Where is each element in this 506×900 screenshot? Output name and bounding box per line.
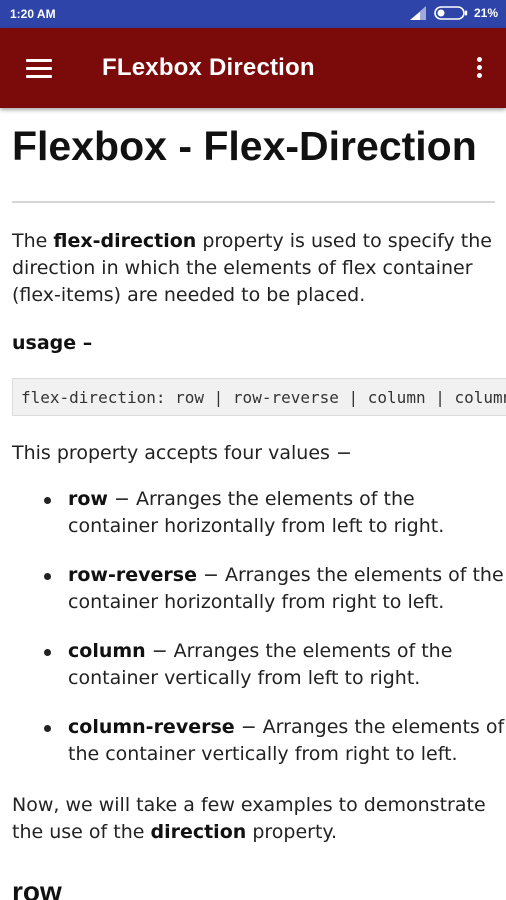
intro-paragraph: The flex-direction property is used to s… [12,230,492,306]
app-bar: FLexbox Direction [0,28,506,108]
intro-keyword: flex-direction [53,230,197,252]
list-item: column-reverse − Arranges the elements o… [0,714,506,790]
status-time: 1:20 AM [10,7,56,21]
code-block[interactable]: flex-direction: row | row-reverse | colu… [12,378,506,416]
value-name: row [68,488,108,510]
bullet-icon [44,497,51,504]
list-item: row-reverse − Arranges the elements of t… [0,562,506,638]
outro-keyword: direction [150,821,247,843]
values-intro: This property accepts four values − [12,442,352,464]
article-content[interactable]: Flexbox - Flex-Direction The flex-direct… [0,108,506,900]
app-bar-title: FLexbox Direction [102,54,315,81]
section-heading: row [12,876,62,900]
value-name: column [68,640,146,662]
status-icons: 21% [408,5,498,21]
usage-label: usage – [12,332,93,354]
list-item: column − Arranges the elements of the co… [0,638,506,714]
value-name: column-reverse [68,716,235,738]
bullet-icon [44,649,51,656]
status-bar: 1:20 AM 21% [0,0,506,28]
page-title: Flexbox - Flex-Direction [12,123,477,169]
more-vertical-icon[interactable] [474,54,484,82]
hamburger-menu-icon[interactable] [24,55,54,81]
value-name: row-reverse [68,564,197,586]
signal-icon [409,6,426,20]
battery-percent: 21% [473,6,498,20]
value-description: − Arranges the elements of the container… [68,488,445,537]
battery-icon [434,6,468,20]
values-list: row − Arranges the elements of the conta… [0,486,506,790]
title-divider [12,201,495,203]
outro-paragraph: Now, we will take a few examples to demo… [12,794,486,843]
bullet-icon [44,573,51,580]
bullet-icon [44,725,51,732]
list-item: row − Arranges the elements of the conta… [0,486,506,562]
